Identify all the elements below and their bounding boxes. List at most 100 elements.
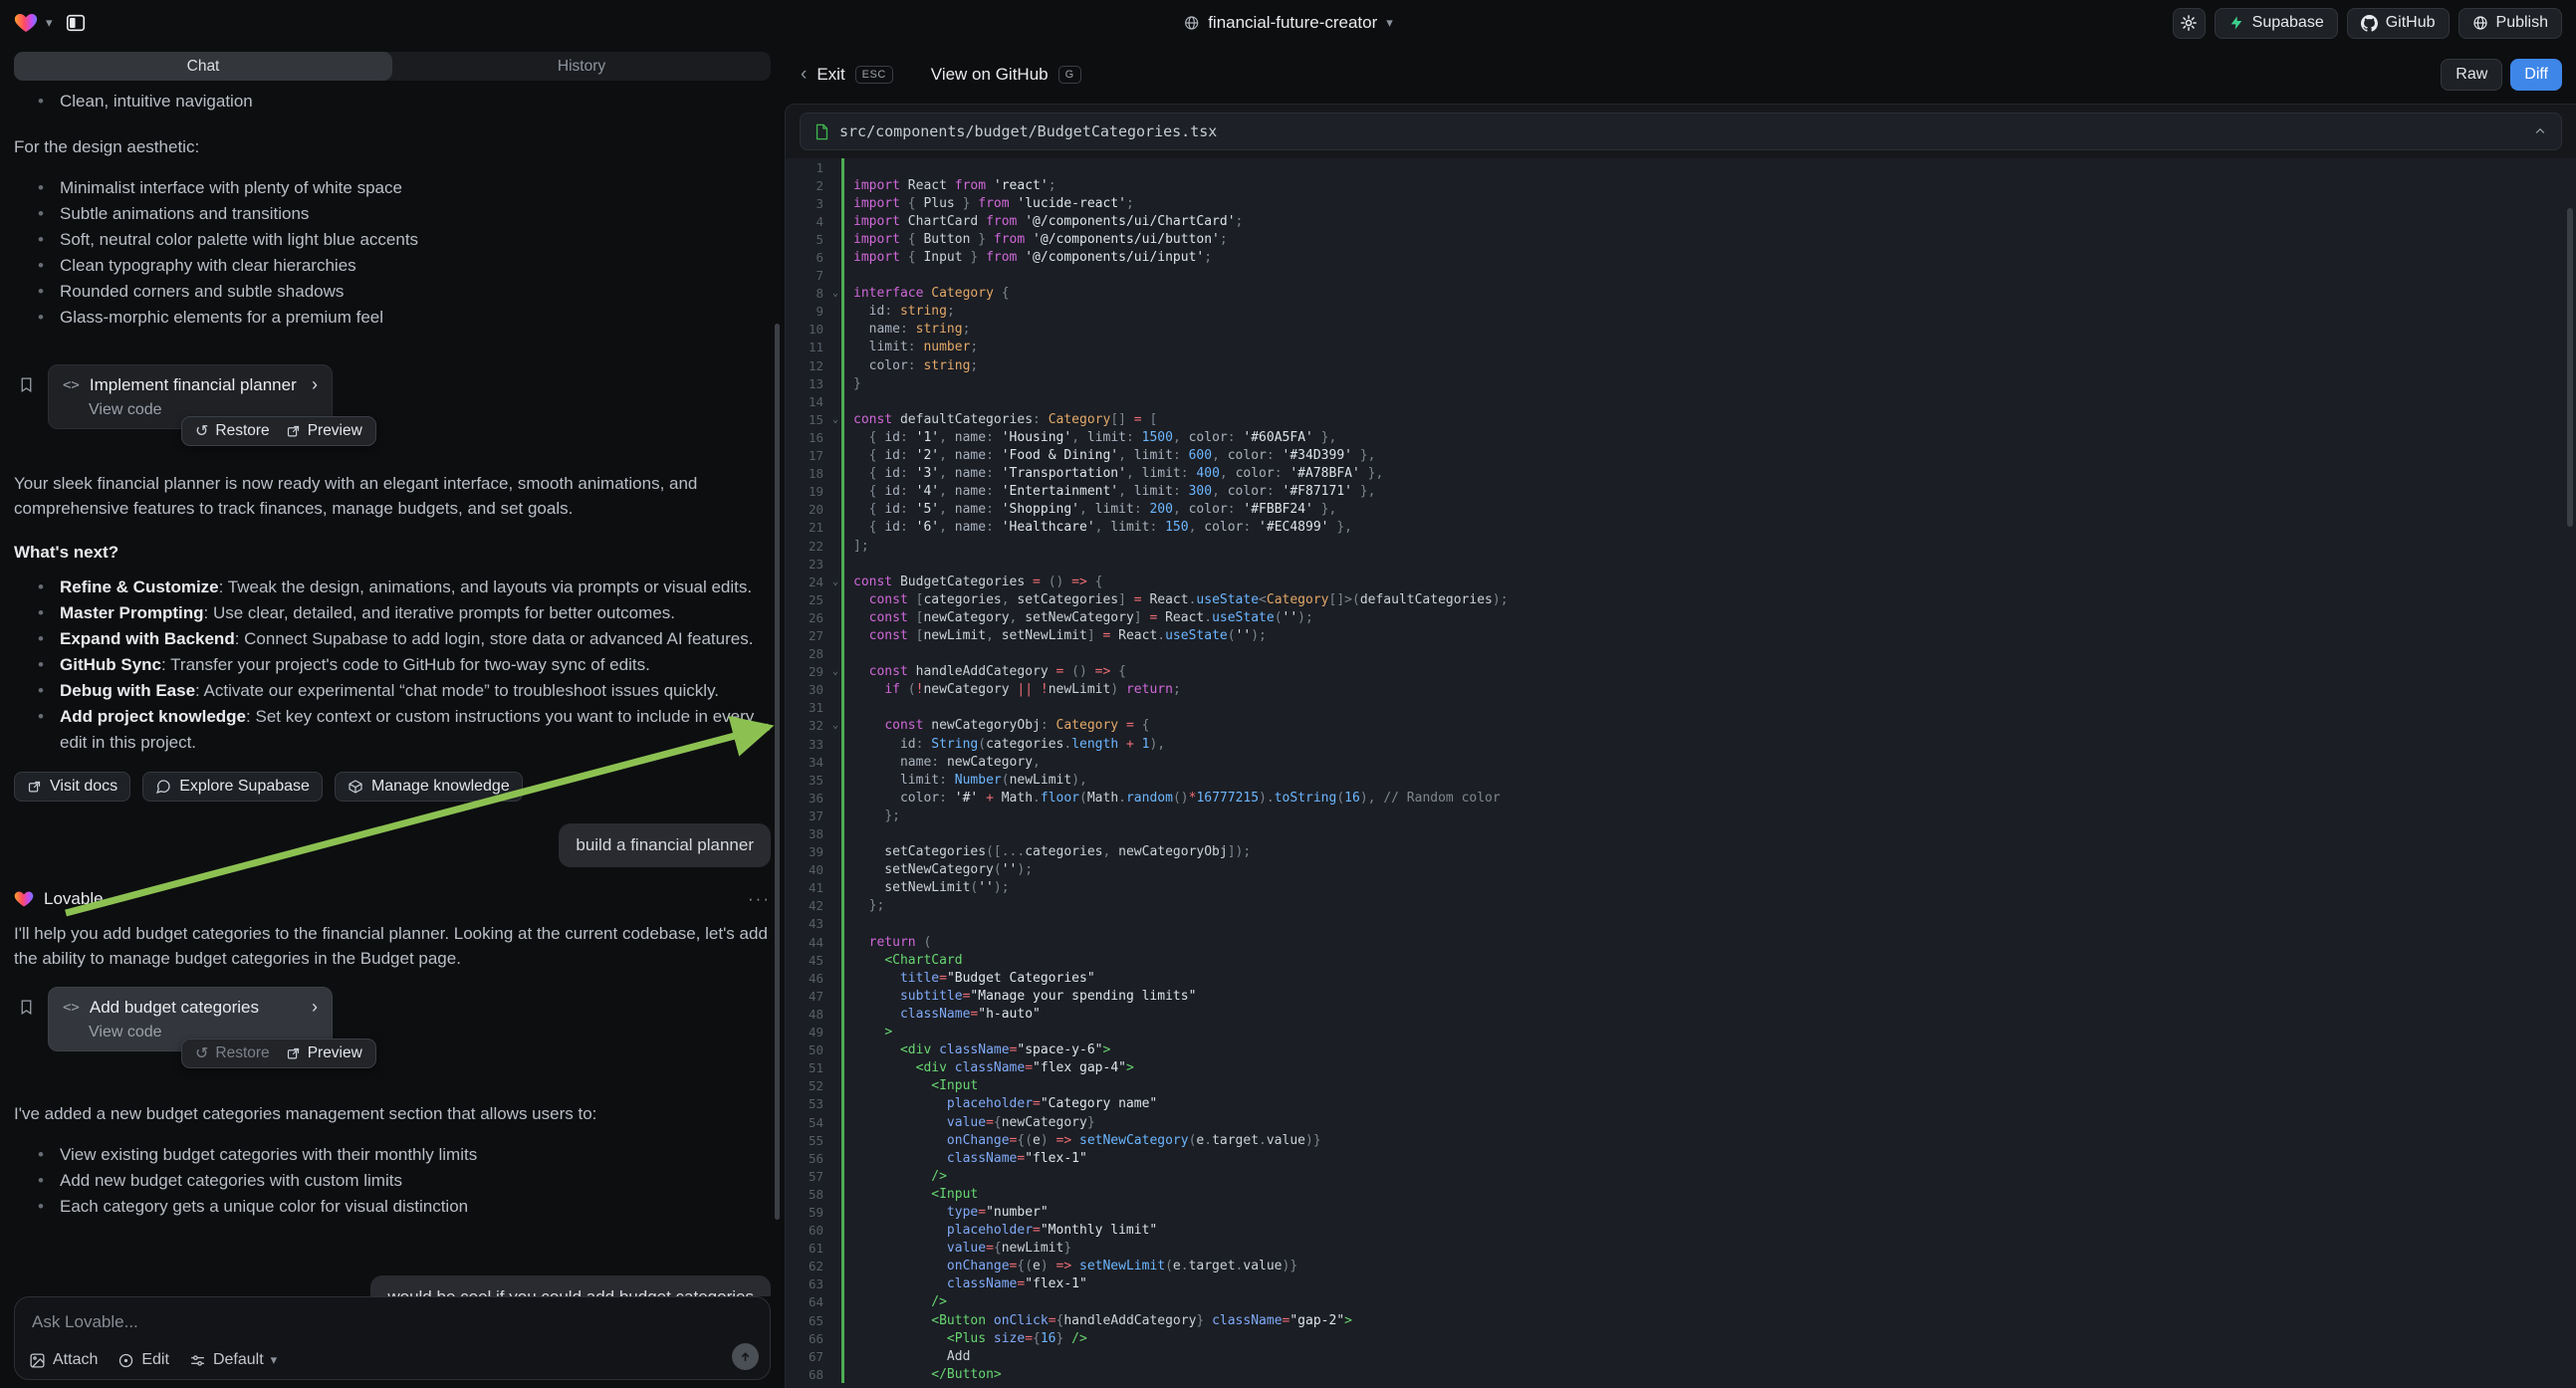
visit-docs-button[interactable]: Visit docs (14, 772, 130, 802)
code-text (841, 555, 2576, 573)
code-text: type="number" (841, 1203, 2576, 1221)
publish-button[interactable]: Publish (2459, 8, 2562, 39)
tab-chat[interactable]: Chat (14, 52, 392, 81)
settings-button[interactable] (2173, 8, 2206, 39)
code-text: const defaultCategories: Category[] = [ (841, 410, 2576, 428)
view-on-github-button[interactable]: View on GitHub (931, 65, 1049, 85)
version-card-2-wrap: <> Add budget categories › View code ↺ R… (48, 987, 347, 1051)
code-text: <Plus size={16} /> (841, 1329, 2576, 1347)
tab-history[interactable]: History (392, 52, 771, 81)
added-text: I've added a new budget categories manag… (14, 1101, 771, 1126)
line-number: 9 (792, 304, 829, 319)
code-text: <ChartCard (841, 951, 2576, 969)
line-number: 17 (792, 448, 829, 463)
code-text: <Button onClick={handleAddCategory} clas… (841, 1311, 2576, 1329)
code-line: 53 placeholder="Category name" (786, 1095, 2576, 1113)
code-line: 46 title="Budget Categories" (786, 969, 2576, 987)
chat-scrollbar[interactable] (775, 324, 780, 1220)
code-text: <div className="space-y-6"> (841, 1041, 2576, 1059)
line-number: 29 (792, 664, 829, 679)
restore-icon: ↺ (195, 1043, 208, 1063)
code-line: 28 (786, 645, 2576, 663)
collapse-chevron-up-icon[interactable] (2533, 124, 2547, 138)
fold-chevron-icon[interactable]: ⌄ (829, 288, 841, 299)
chevron-right-icon[interactable]: › (312, 374, 318, 395)
bookmark-icon[interactable] (18, 376, 35, 393)
restore-preview-toolbar-2: ↺ Restore Preview (181, 1039, 376, 1068)
line-number: 36 (792, 791, 829, 806)
external-link-icon (286, 424, 301, 439)
code-line: 21 { id: '6', name: 'Healthcare', limit:… (786, 519, 2576, 537)
raw-toggle-button[interactable]: Raw (2441, 59, 2502, 91)
line-number: 35 (792, 773, 829, 788)
code-line: 66 <Plus size={16} /> (786, 1329, 2576, 1347)
github-button[interactable]: GitHub (2347, 8, 2450, 39)
line-number: 10 (792, 322, 829, 337)
line-number: 67 (792, 1349, 829, 1364)
send-button[interactable] (732, 1343, 759, 1370)
line-number: 51 (792, 1060, 829, 1075)
whats-next-list: Refine & Customize: Tweak the design, an… (14, 575, 771, 756)
line-number: 25 (792, 592, 829, 607)
attach-button[interactable]: Attach (29, 1351, 98, 1369)
code-text: color: string; (841, 356, 2576, 374)
fold-chevron-icon[interactable]: ⌄ (829, 577, 841, 587)
code-line: 8⌄interface Category { (786, 285, 2576, 303)
fold-chevron-icon[interactable]: ⌄ (829, 414, 841, 425)
supabase-button[interactable]: Supabase (2215, 8, 2338, 39)
back-chevron-icon[interactable]: ‹ (801, 64, 807, 86)
code-text: </Button> (841, 1365, 2576, 1383)
explore-supabase-button[interactable]: Explore Supabase (142, 772, 323, 802)
code-text: import { Input } from '@/components/ui/i… (841, 248, 2576, 266)
chevron-right-icon[interactable]: › (312, 997, 318, 1018)
sidebar-toggle-icon[interactable] (61, 8, 91, 38)
code-line: 60 placeholder="Monthly limit" (786, 1222, 2576, 1240)
code-line: 57 /> (786, 1167, 2576, 1185)
fold-chevron-icon[interactable]: ⌄ (829, 666, 841, 677)
restore-button[interactable]: ↺ Restore (195, 1043, 270, 1063)
added-bullet: View existing budget categories with the… (14, 1142, 771, 1168)
model-selector[interactable]: Default ▾ (189, 1351, 277, 1369)
assistant-header: Lovable ··· (14, 889, 771, 909)
line-number: 13 (792, 376, 829, 391)
manage-knowledge-button[interactable]: Manage knowledge (335, 772, 523, 802)
code-line: 55 onChange={(e) => setNewCategory(e.tar… (786, 1131, 2576, 1149)
code-line: 62 onChange={(e) => setNewLimit(e.target… (786, 1258, 2576, 1275)
line-number: 1 (792, 160, 829, 175)
lovable-logo-icon[interactable] (14, 11, 38, 35)
bookmark-icon[interactable] (18, 999, 35, 1016)
restore-button[interactable]: ↺ Restore (195, 421, 270, 441)
line-number: 45 (792, 953, 829, 968)
code-text: const [newCategory, setNewCategory] = Re… (841, 608, 2576, 626)
logo-chevron-down-icon[interactable]: ▾ (46, 15, 53, 31)
esc-key-badge: ESC (855, 66, 893, 84)
code-text (841, 824, 2576, 842)
diff-toggle-button[interactable]: Diff (2510, 59, 2562, 91)
code-text: limit: number; (841, 339, 2576, 356)
composer[interactable]: Ask Lovable... Attach Edit (14, 1296, 771, 1380)
code-line: 40 setNewCategory(''); (786, 861, 2576, 879)
chat-input[interactable]: Ask Lovable... (32, 1312, 138, 1332)
code-line: 33 id: String(categories.length + 1), (786, 735, 2576, 753)
file-header[interactable]: src/components/budget/BudgetCategories.t… (800, 113, 2562, 150)
line-number: 52 (792, 1078, 829, 1093)
preview-button[interactable]: Preview (286, 1044, 362, 1062)
code-text: onChange={(e) => setNewCategory(e.target… (841, 1131, 2576, 1149)
chat-scroll-area[interactable]: Clean, intuitive navigation For the desi… (0, 81, 785, 1296)
editor-scrollbar[interactable] (2567, 208, 2573, 527)
code-text (841, 392, 2576, 410)
help-text: I'll help you add budget categories to t… (14, 921, 771, 971)
more-options-icon[interactable]: ··· (748, 889, 771, 909)
preview-button[interactable]: Preview (286, 422, 362, 440)
whats-next-bullet: Add project knowledge: Set key context o… (14, 704, 771, 756)
edit-mode-button[interactable]: Edit (117, 1351, 169, 1369)
project-switcher[interactable]: financial-future-creator ▾ (1183, 13, 1393, 33)
code-line: 35 limit: Number(newLimit), (786, 771, 2576, 789)
code-icon: <> (63, 377, 80, 393)
exit-button[interactable]: Exit (817, 65, 844, 85)
code-lines[interactable]: 12import React from 'react';3import { Pl… (786, 158, 2576, 1388)
code-text: { id: '4', name: 'Entertainment', limit:… (841, 483, 2576, 501)
code-text: setCategories([...categories, newCategor… (841, 843, 2576, 861)
fold-chevron-icon[interactable]: ⌄ (829, 720, 841, 731)
image-icon (29, 1352, 46, 1369)
